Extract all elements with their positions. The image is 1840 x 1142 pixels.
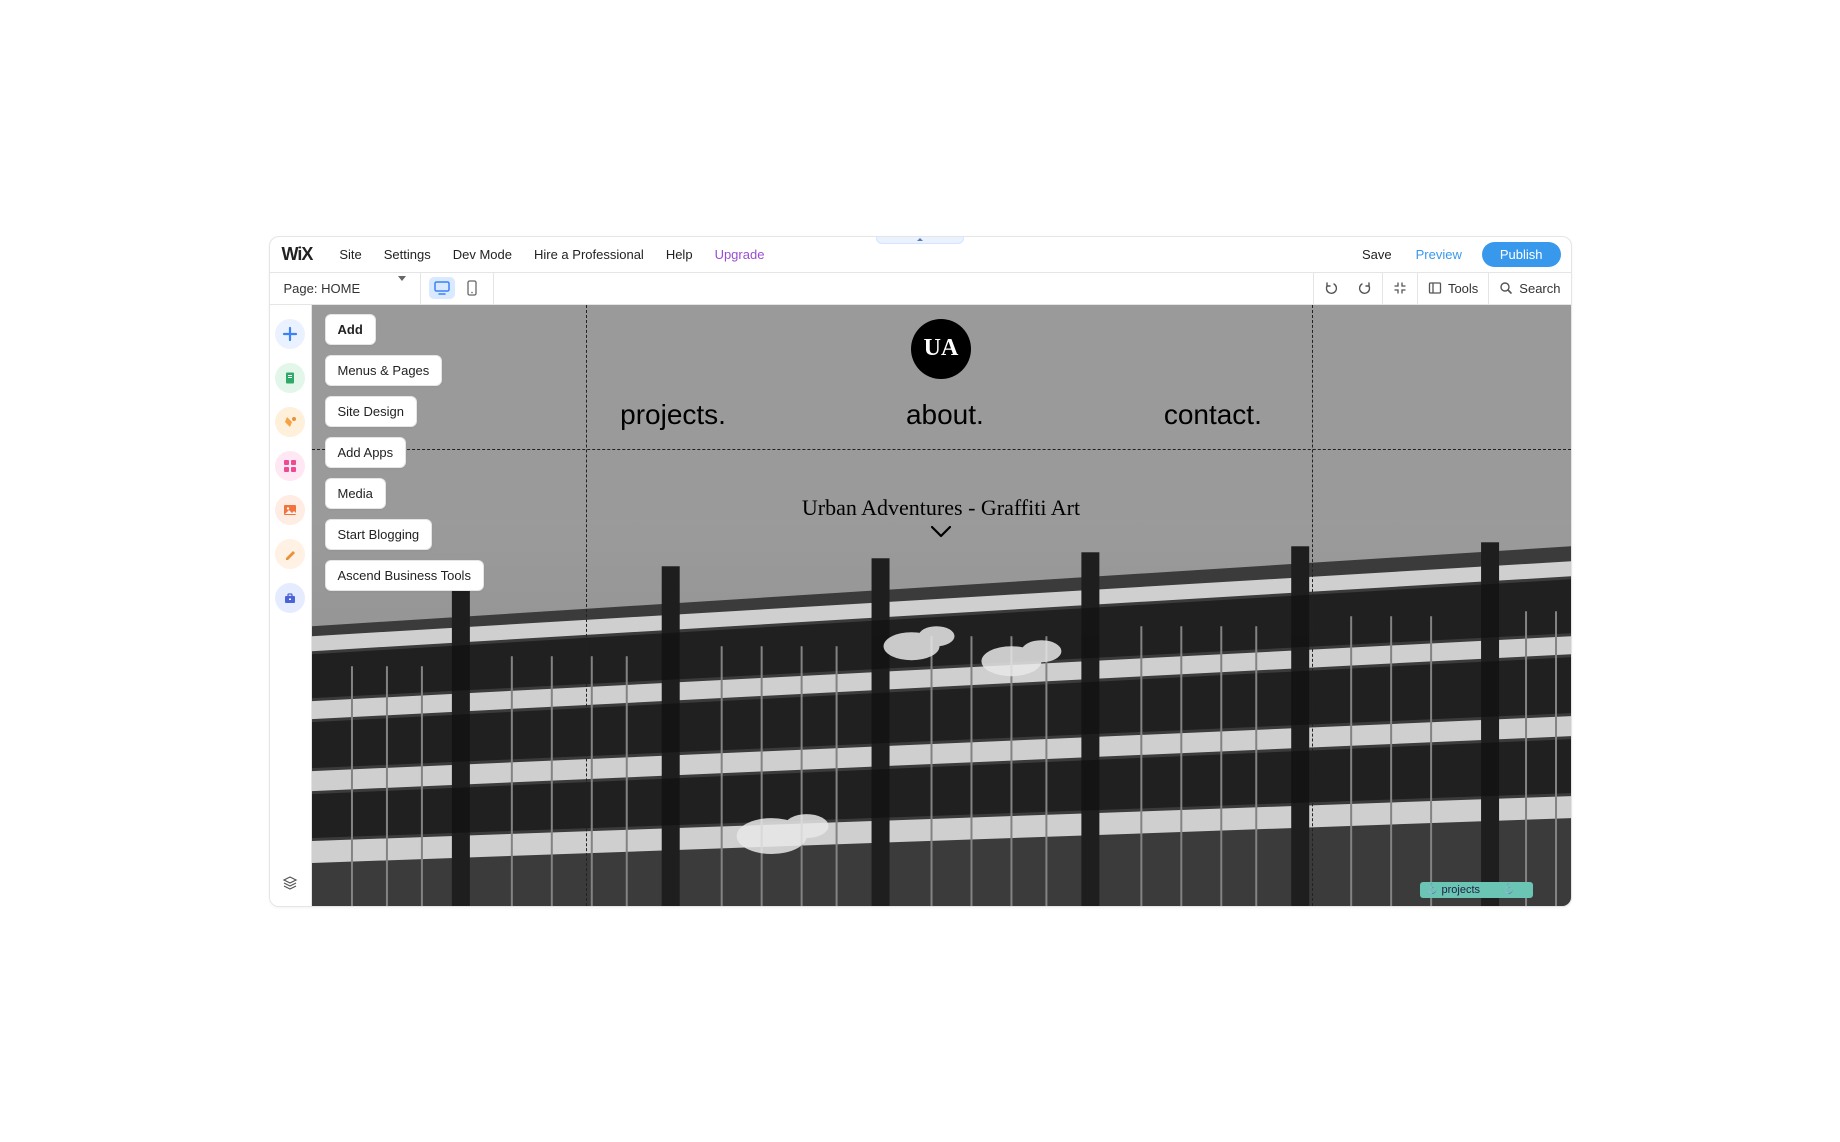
tooltip-start-blogging[interactable]: Start Blogging: [325, 519, 433, 550]
mobile-icon: [467, 280, 477, 296]
window-top-handle[interactable]: [876, 236, 964, 244]
editor-window: WiX Site Settings Dev Mode Hire a Profes…: [269, 236, 1572, 907]
briefcase-icon: [283, 591, 297, 605]
desktop-view-button[interactable]: [429, 277, 455, 299]
leftbar-media-button[interactable]: [275, 495, 305, 525]
menu-site[interactable]: Site: [328, 247, 372, 262]
paint-icon: [282, 414, 298, 430]
search-label: Search: [1519, 281, 1560, 296]
leftbar-apps-button[interactable]: [275, 451, 305, 481]
preview-button[interactable]: Preview: [1404, 247, 1474, 262]
toolbar: Page: HOME Tools S: [270, 273, 1571, 305]
publish-button[interactable]: Publish: [1482, 242, 1561, 267]
zoom-out-button[interactable]: [1382, 273, 1417, 304]
device-switcher: [421, 277, 493, 299]
site-page-title[interactable]: Urban Adventures - Graffiti Art: [312, 495, 1571, 521]
undo-button[interactable]: [1313, 273, 1348, 304]
save-button[interactable]: Save: [1350, 247, 1404, 262]
redo-button[interactable]: [1348, 273, 1382, 304]
image-icon: [283, 503, 297, 517]
tooltip-add-apps[interactable]: Add Apps: [325, 437, 407, 468]
menu-settings[interactable]: Settings: [373, 247, 442, 262]
tooltip-site-design[interactable]: Site Design: [325, 396, 417, 427]
undo-icon: [1324, 281, 1338, 295]
tools-button[interactable]: Tools: [1417, 273, 1488, 304]
tooltip-ascend[interactable]: Ascend Business Tools: [325, 560, 484, 591]
site-nav: projects. about. contact.: [312, 399, 1571, 431]
pen-icon: [283, 547, 297, 561]
page-selector[interactable]: Page: HOME: [270, 273, 420, 304]
collapse-icon: [1393, 281, 1407, 295]
leftbar-pages-button[interactable]: [275, 363, 305, 393]
search-icon: [1499, 281, 1513, 295]
right-guide-line: [1312, 305, 1313, 906]
wix-logo[interactable]: WiX: [282, 244, 313, 265]
page-selector-prefix: Page: HOME: [284, 281, 361, 296]
mobile-view-button[interactable]: [459, 277, 485, 299]
search-button[interactable]: Search: [1488, 273, 1570, 304]
leftbar-blog-button[interactable]: [275, 539, 305, 569]
leftbar-layers-button[interactable]: [282, 875, 298, 896]
nav-link-about[interactable]: about.: [906, 399, 984, 431]
canvas[interactable]: UA projects. about. contact. Urban Adven…: [312, 305, 1571, 906]
leftbar-add-button[interactable]: [275, 319, 305, 349]
apps-grid-icon: [283, 459, 297, 473]
leftbar-ascend-button[interactable]: [275, 583, 305, 613]
redo-icon: [1358, 281, 1372, 295]
desktop-icon: [434, 281, 450, 295]
menu-hire-professional[interactable]: Hire a Professional: [523, 247, 655, 262]
tooltip-add[interactable]: Add: [325, 314, 376, 345]
leftbar-tooltips: Add Menus & Pages Site Design Add Apps M…: [325, 314, 484, 591]
tooltip-media[interactable]: Media: [325, 478, 386, 509]
left-guide-line: [586, 305, 587, 906]
chevron-down-icon: [398, 276, 406, 296]
chevron-down-icon: [930, 525, 952, 539]
tools-label: Tools: [1448, 281, 1478, 296]
tooltip-menus-pages[interactable]: Menus & Pages: [325, 355, 443, 386]
menu-upgrade[interactable]: Upgrade: [704, 247, 776, 262]
scroll-down-arrow[interactable]: [930, 525, 952, 544]
menu-devmode[interactable]: Dev Mode: [442, 247, 523, 262]
leftbar-design-button[interactable]: [275, 407, 305, 437]
left-sidebar: [270, 305, 312, 906]
plus-icon: [282, 326, 298, 342]
nav-link-contact[interactable]: contact.: [1164, 399, 1262, 431]
menu-help[interactable]: Help: [655, 247, 704, 262]
anchor-indicator[interactable]: projects: [1420, 882, 1533, 898]
nav-link-projects[interactable]: projects.: [620, 399, 726, 431]
panel-icon: [1428, 281, 1442, 295]
layers-icon: [282, 875, 298, 891]
site-logo-badge[interactable]: UA: [911, 319, 971, 379]
page-icon: [283, 371, 297, 385]
background-building-image: [312, 520, 1571, 906]
anchor-label: projects: [1442, 884, 1481, 896]
